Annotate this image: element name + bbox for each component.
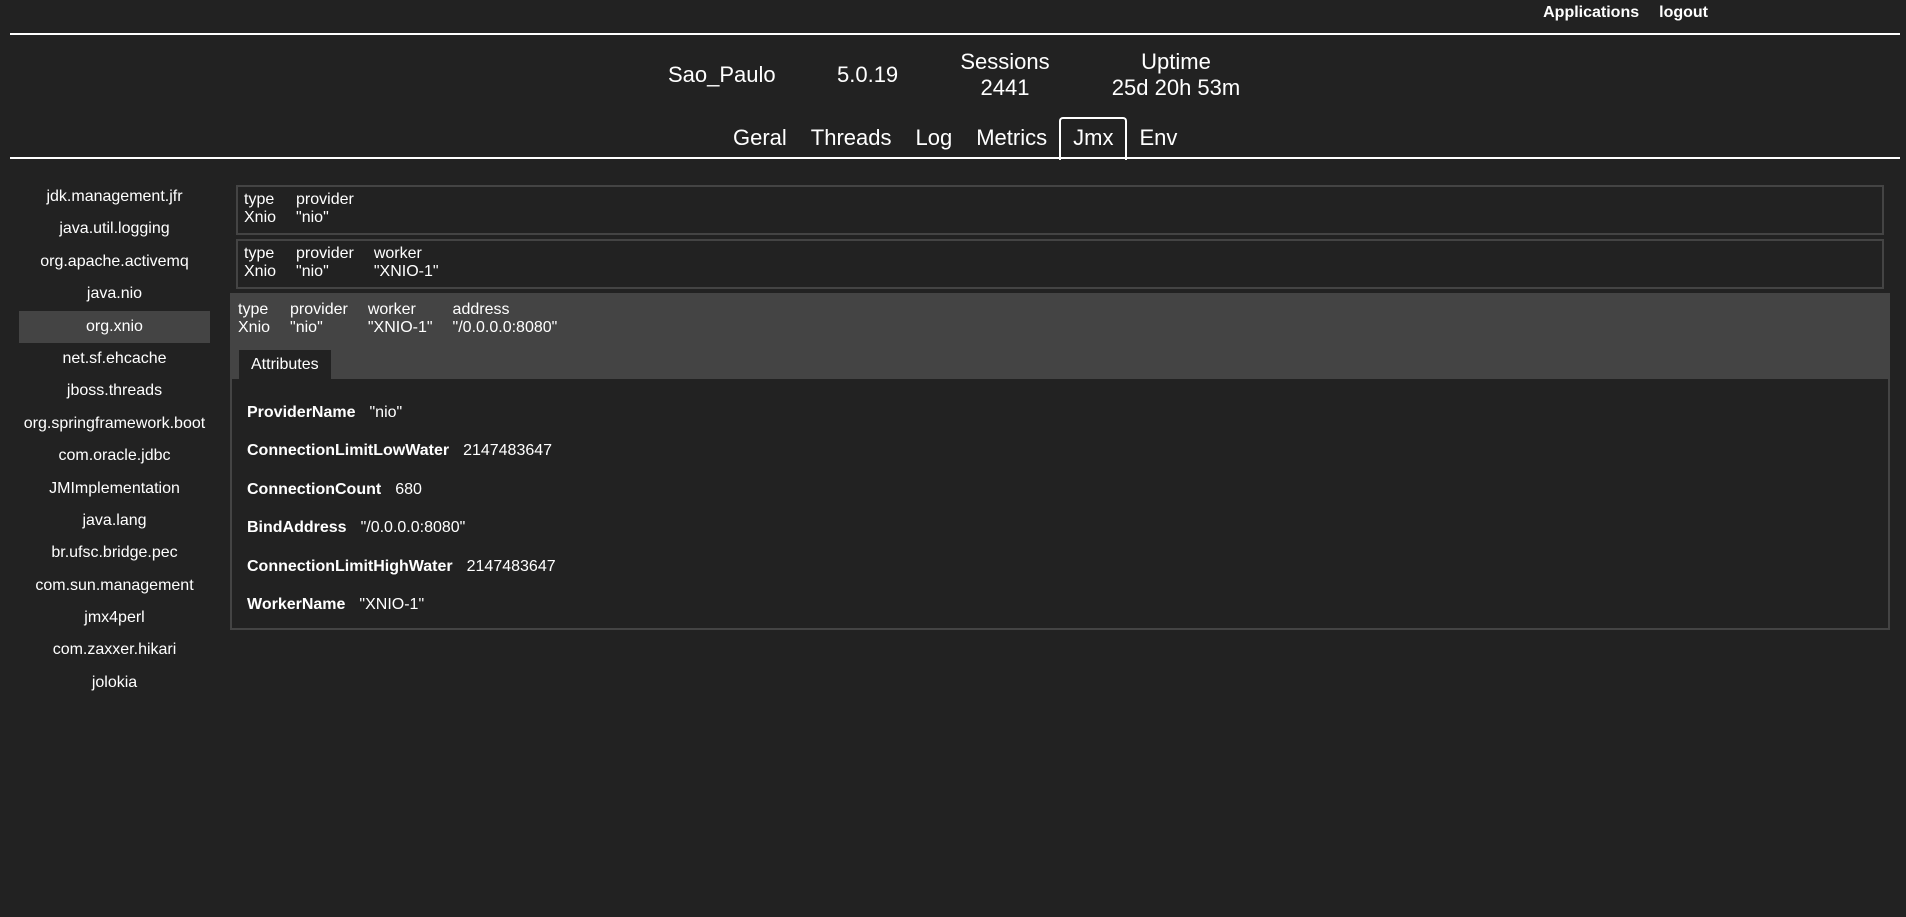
key-label: type xyxy=(244,191,275,208)
key-label: provider xyxy=(296,245,354,262)
mbean-card[interactable]: type provider worker Xnio "nio" "XNIO-1" xyxy=(236,239,1884,289)
uptime-label: Uptime xyxy=(1141,49,1211,74)
tab-jmx[interactable]: Jmx xyxy=(1059,117,1128,160)
attribute-value: "XNIO-1" xyxy=(359,595,425,613)
sidebar-item[interactable]: com.oracle.jdbc xyxy=(19,440,210,472)
mbean-keys-table: type provider Xnio "nio" xyxy=(244,191,374,227)
uptime-value: 25d 20h 53m xyxy=(1111,75,1241,100)
mbean-header[interactable]: type provider worker address Xnio "nio" … xyxy=(232,295,1888,379)
sidebar-item[interactable]: jdk.management.jfr xyxy=(19,181,210,213)
attribute-row: ProviderName "nio" xyxy=(247,394,1888,432)
attribute-name: ConnectionLimitHighWater xyxy=(247,557,453,575)
key-value: "XNIO-1" xyxy=(373,263,439,280)
key-value: "nio" xyxy=(296,263,329,280)
sessions-label: Sessions xyxy=(960,49,1050,74)
key-label: type xyxy=(244,245,275,262)
sidebar-item[interactable]: java.lang xyxy=(19,505,210,537)
sessions-value: 2441 xyxy=(980,75,1030,100)
uptime-block: Uptime 25d 20h 53m xyxy=(1108,49,1244,101)
tab-log[interactable]: Log xyxy=(904,119,965,158)
sidebar-item[interactable]: JMImplementation xyxy=(19,473,210,505)
sidebar-item[interactable]: jolokia xyxy=(19,667,210,699)
key-value: "nio" xyxy=(296,209,329,226)
sidebar-item[interactable]: org.apache.activemq xyxy=(19,246,210,278)
key-value: Xnio xyxy=(244,263,277,280)
sidebar-item[interactable]: net.sf.ehcache xyxy=(19,343,210,375)
key-value: Xnio xyxy=(244,209,277,226)
key-value: "/0.0.0.0:8080" xyxy=(452,319,558,336)
applications-link[interactable]: Applications xyxy=(1543,4,1639,22)
tab-metrics[interactable]: Metrics xyxy=(964,119,1059,158)
sidebar-item[interactable]: jmx4perl xyxy=(19,602,210,634)
key-value: "XNIO-1" xyxy=(367,319,433,336)
attribute-name: ConnectionLimitLowWater xyxy=(247,442,450,460)
attribute-row: ConnectionCount 680 xyxy=(247,471,1888,509)
top-divider xyxy=(10,33,1900,35)
top-nav: Applications logout xyxy=(1543,4,1708,22)
attribute-value: "/0.0.0.0:8080" xyxy=(360,519,466,537)
sidebar-item[interactable]: org.springframework.boot xyxy=(19,408,210,440)
mbean-card[interactable]: type provider Xnio "nio" xyxy=(236,185,1884,235)
attribute-name: ConnectionCount xyxy=(247,480,382,498)
key-value: Xnio xyxy=(238,319,271,336)
key-label: worker xyxy=(373,245,422,262)
mbean-card-expanded: type provider worker address Xnio "nio" … xyxy=(230,293,1890,630)
domain-sidebar: jdk.management.jfr java.util.logging org… xyxy=(19,181,210,699)
attributes-list: ProviderName "nio" ConnectionLimitLowWate… xyxy=(232,379,1888,624)
sidebar-item[interactable]: java.nio xyxy=(19,278,210,310)
sidebar-item[interactable]: java.util.logging xyxy=(19,213,210,245)
sidebar-item[interactable]: jboss.threads xyxy=(19,375,210,407)
attribute-value: 2147483647 xyxy=(466,557,556,575)
key-label: provider xyxy=(296,191,354,208)
attribute-name: WorkerName xyxy=(247,595,346,613)
server-location: Sao_Paulo xyxy=(668,62,776,87)
attribute-row: ConnectionLimitLowWater 2147483647 xyxy=(247,432,1888,470)
tabs-divider xyxy=(10,157,1900,159)
key-label: worker xyxy=(367,301,416,318)
attribute-value: 680 xyxy=(395,480,422,498)
main-tabs: Geral Threads Log Metrics Jmx Env xyxy=(721,117,1189,160)
key-value: "nio" xyxy=(290,319,323,336)
tab-env[interactable]: Env xyxy=(1127,119,1189,158)
attribute-value: "nio" xyxy=(369,404,403,421)
attribute-name: BindAddress xyxy=(247,519,347,537)
attribute-row: WorkerName "XNIO-1" xyxy=(247,586,1888,624)
key-label: provider xyxy=(290,301,348,318)
logout-link[interactable]: logout xyxy=(1659,4,1708,22)
tab-attributes[interactable]: Attributes xyxy=(239,350,331,379)
sidebar-item[interactable]: br.ufsc.bridge.pec xyxy=(19,537,210,569)
sidebar-item[interactable]: com.sun.management xyxy=(19,570,210,602)
mbean-keys-table: type provider worker address Xnio "nio" … xyxy=(238,301,577,337)
mbean-keys-table: type provider worker Xnio "nio" "XNIO-1" xyxy=(244,245,459,281)
tab-threads[interactable]: Threads xyxy=(799,119,904,158)
attribute-row: BindAddress "/0.0.0.0:8080" xyxy=(247,509,1888,547)
attribute-name: ProviderName xyxy=(247,404,356,421)
sessions-block: Sessions 2441 xyxy=(960,49,1050,101)
server-version: 5.0.19 xyxy=(837,62,899,87)
tab-geral[interactable]: Geral xyxy=(721,119,799,158)
key-label: address xyxy=(452,301,510,318)
attribute-value: 2147483647 xyxy=(463,442,553,460)
sidebar-item[interactable]: com.zaxxer.hikari xyxy=(19,634,210,666)
sidebar-item-active[interactable]: org.xnio xyxy=(19,310,210,343)
attribute-row: ConnectionLimitHighWater 2147483647 xyxy=(247,548,1888,586)
key-label: type xyxy=(238,301,269,318)
